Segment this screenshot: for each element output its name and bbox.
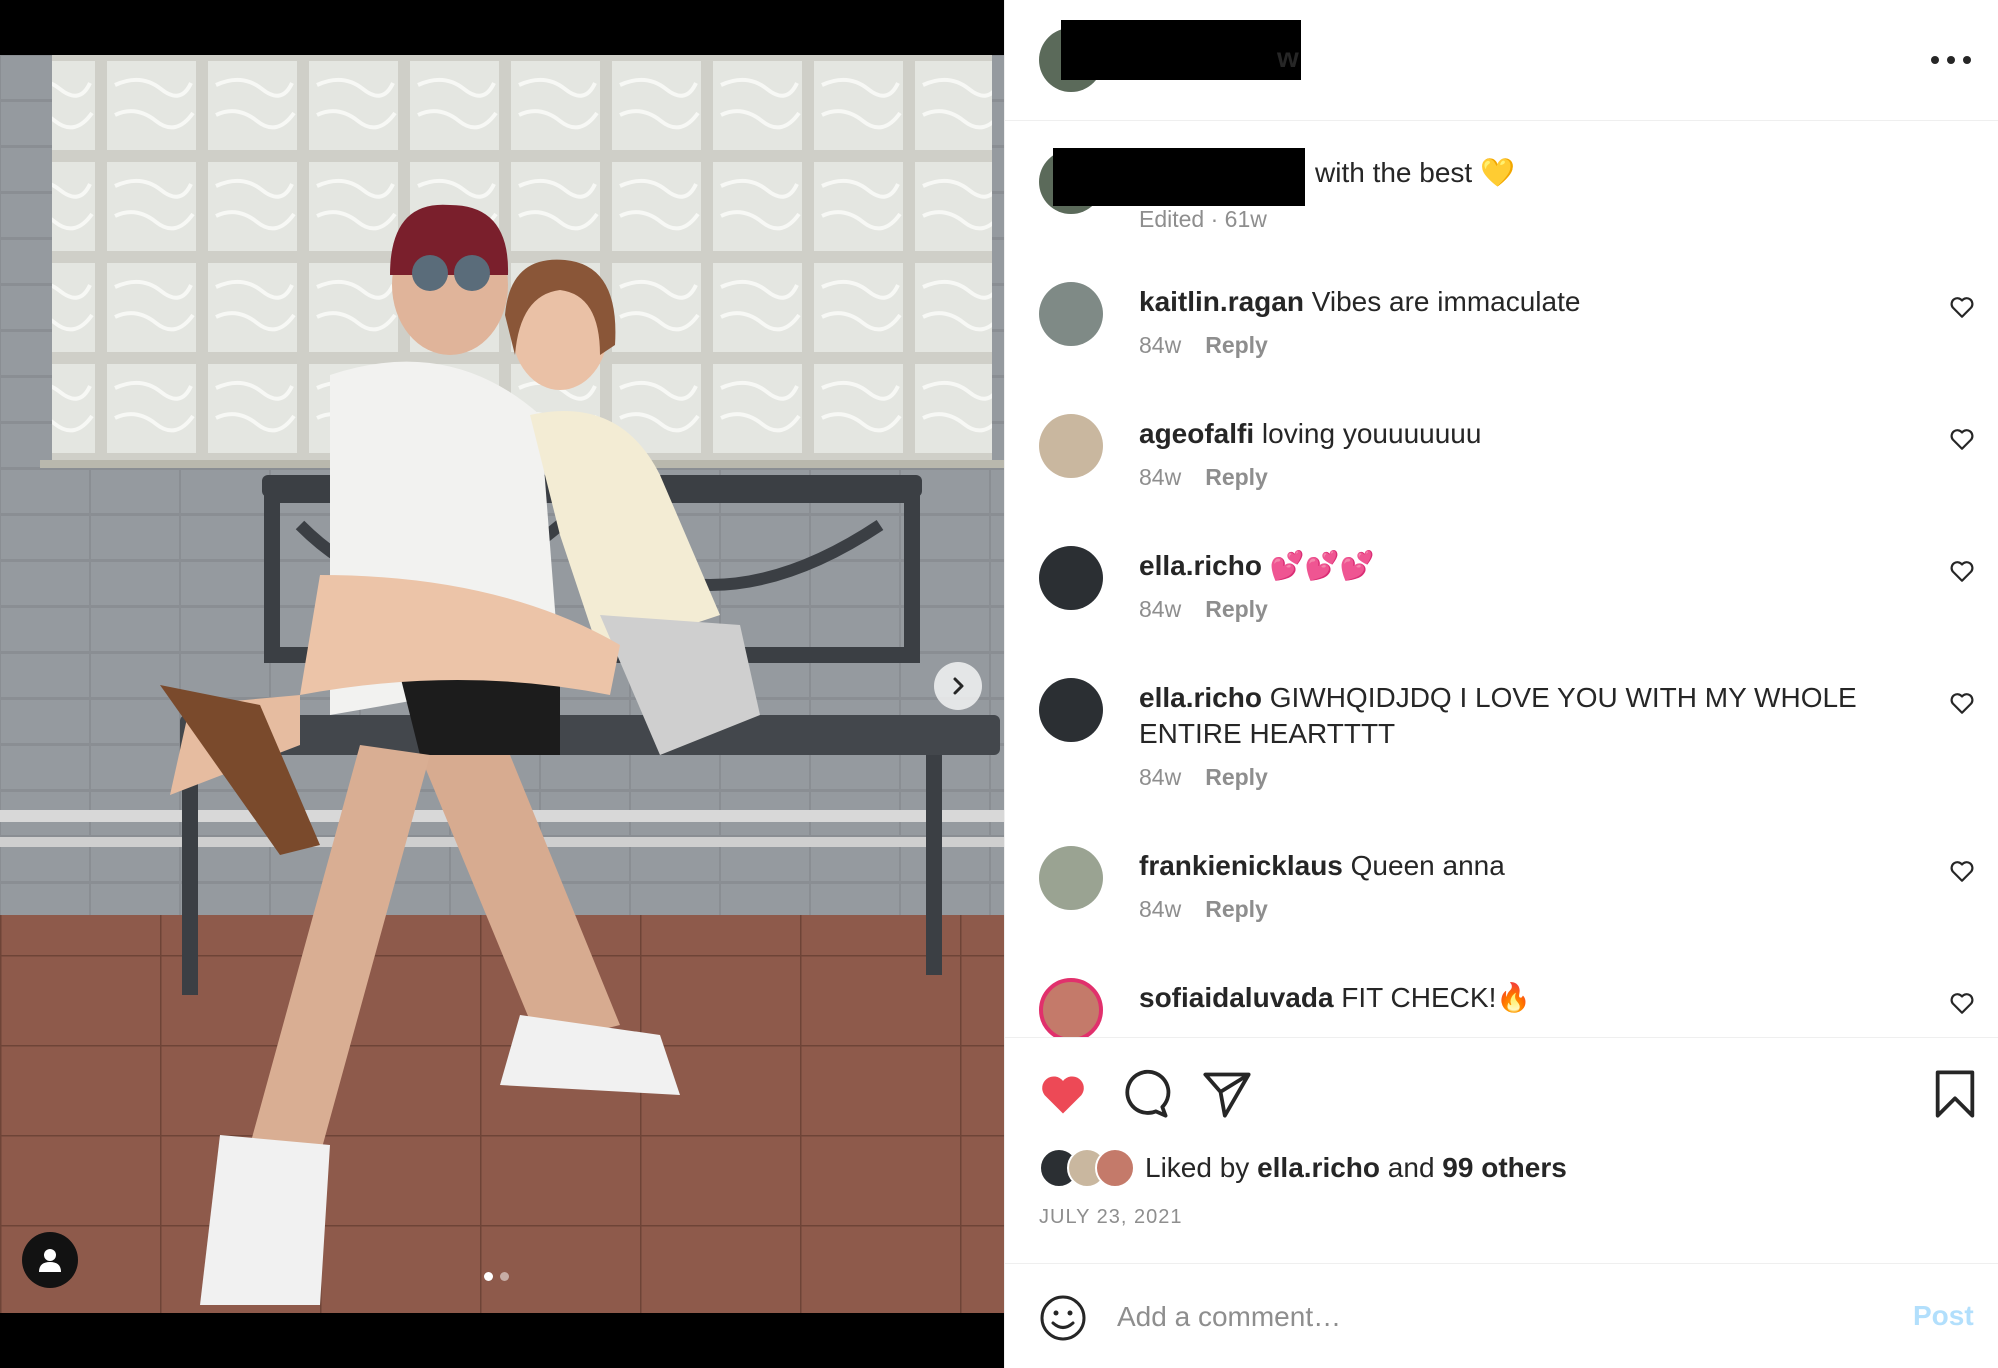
post-modal: w with the best 💛 Edited · 61w kaitlin.r… — [0, 0, 1998, 1368]
heart-outline-icon[interactable] — [1949, 294, 1975, 320]
comment-text: 💕💕💕 — [1269, 550, 1375, 581]
liked-by-and: and — [1387, 1152, 1435, 1183]
commenter-avatar[interactable] — [1039, 678, 1103, 742]
post-details-pane: w with the best 💛 Edited · 61w kaitlin.r… — [1004, 0, 1998, 1368]
comment-text: Queen anna — [1350, 850, 1505, 881]
comment-age: 84w — [1139, 896, 1182, 922]
comments-list[interactable]: with the best 💛 Edited · 61w kaitlin.rag… — [1005, 122, 1998, 1037]
heart-outline-icon[interactable] — [1949, 558, 1975, 584]
reply-button[interactable]: Reply — [1205, 596, 1268, 623]
likes-text: Liked by ella.richo and 99 others — [1145, 1152, 1567, 1184]
liked-by-prefix: Liked by — [1145, 1152, 1250, 1183]
liked-by-user[interactable]: ella.richo — [1257, 1152, 1380, 1183]
more-horizontal-icon-dot — [1947, 56, 1955, 64]
reply-button[interactable]: Reply — [1205, 896, 1268, 923]
comment-text: Vibes are immaculate — [1311, 286, 1581, 317]
comment-body: ella.richo 💕💕💕 — [1139, 548, 1909, 584]
chevron-right-icon — [953, 677, 964, 695]
post-photo-illustration — [0, 55, 1004, 1313]
heart-outline-icon[interactable] — [1949, 990, 1975, 1016]
comment-body: sofiaidaluvada FIT CHECK!🔥 — [1139, 980, 1909, 1016]
post-date[interactable]: JULY 23, 2021 — [1039, 1206, 1182, 1229]
comment-age: 84w — [1139, 332, 1182, 358]
comment-username[interactable]: ella.richo — [1139, 682, 1262, 713]
carousel-indicator — [484, 1272, 509, 1281]
caption-text: with the best 💛 — [1315, 157, 1515, 188]
reply-button[interactable]: Reply — [1205, 332, 1268, 359]
add-comment-bar: Post — [1005, 1263, 1998, 1368]
comment-body: kaitlin.ragan Vibes are immaculate — [1139, 284, 1909, 320]
comment-icon[interactable] — [1119, 1068, 1171, 1120]
post-actions: Liked by ella.richo and 99 others JULY 2… — [1005, 1037, 1998, 1263]
comment-meta: 84w Reply — [1139, 332, 1268, 359]
emoji-icon[interactable] — [1039, 1294, 1087, 1342]
comment-username[interactable]: kaitlin.ragan — [1139, 286, 1304, 317]
comment-username[interactable]: frankienicklaus — [1139, 850, 1343, 881]
commenter-avatar[interactable] — [1039, 846, 1103, 910]
comment-body: frankienicklaus Queen anna — [1139, 848, 1909, 884]
carousel-dot — [500, 1272, 509, 1281]
liker-avatar — [1095, 1148, 1135, 1188]
redaction-bar — [1053, 148, 1305, 206]
comment-meta: 84w Reply — [1139, 596, 1268, 623]
comment-username[interactable]: sofiaidaluvada — [1139, 982, 1334, 1013]
user-icon — [39, 1249, 61, 1272]
post-header: w — [1005, 0, 1998, 121]
author-username-suffix[interactable]: w — [1277, 42, 1299, 74]
comment-body: ella.richo GIWHQIDJDQ I LOVE YOU WITH MY… — [1139, 680, 1909, 752]
more-options-button[interactable] — [1931, 46, 1971, 74]
commenter-avatar[interactable] — [1039, 546, 1103, 610]
commenter-avatar-story-ring[interactable] — [1039, 978, 1103, 1037]
heart-outline-icon[interactable] — [1949, 426, 1975, 452]
caption-meta: Edited · 61w — [1139, 206, 1267, 232]
comment-text: FIT CHECK!🔥 — [1341, 982, 1532, 1013]
send-icon[interactable] — [1201, 1068, 1253, 1120]
bookmark-icon[interactable] — [1929, 1068, 1981, 1120]
comment-username[interactable]: ageofalfi — [1139, 418, 1254, 449]
likes-summary: Liked by ella.richo and 99 others — [1039, 1148, 1567, 1188]
comment-age: 84w — [1139, 464, 1182, 490]
commenter-avatar[interactable] — [1039, 282, 1103, 346]
comment-input[interactable] — [1117, 1290, 1817, 1344]
tagged-users-button[interactable] — [22, 1232, 78, 1288]
reply-button[interactable]: Reply — [1205, 464, 1268, 491]
redaction-bar — [1061, 20, 1301, 80]
comment-age: 84w — [1139, 596, 1182, 622]
more-horizontal-icon — [1931, 56, 1939, 64]
next-photo-button[interactable] — [934, 662, 982, 710]
media-pane — [0, 0, 1004, 1368]
comment-body: ageofalfi loving youuuuuuu — [1139, 416, 1909, 452]
reply-button[interactable]: Reply — [1205, 764, 1268, 791]
post-comment-button[interactable]: Post — [1913, 1300, 1974, 1332]
post-photo[interactable] — [0, 55, 1004, 1313]
comment-meta: 84w Reply — [1139, 896, 1268, 923]
comment-username[interactable]: ella.richo — [1139, 550, 1262, 581]
heart-outline-icon[interactable] — [1949, 690, 1975, 716]
carousel-dot-active — [484, 1272, 493, 1281]
heart-outline-icon[interactable] — [1949, 858, 1975, 884]
comment-meta: 84w Reply — [1139, 464, 1268, 491]
commenter-avatar[interactable] — [1039, 414, 1103, 478]
heart-filled-icon[interactable] — [1037, 1068, 1089, 1120]
comment-age: 84w — [1139, 764, 1182, 790]
liked-by-others[interactable]: 99 others — [1442, 1152, 1567, 1183]
comment-text: loving youuuuuuu — [1261, 418, 1482, 449]
comment-meta: 84w Reply — [1139, 764, 1268, 791]
more-horizontal-icon-dot — [1963, 56, 1971, 64]
